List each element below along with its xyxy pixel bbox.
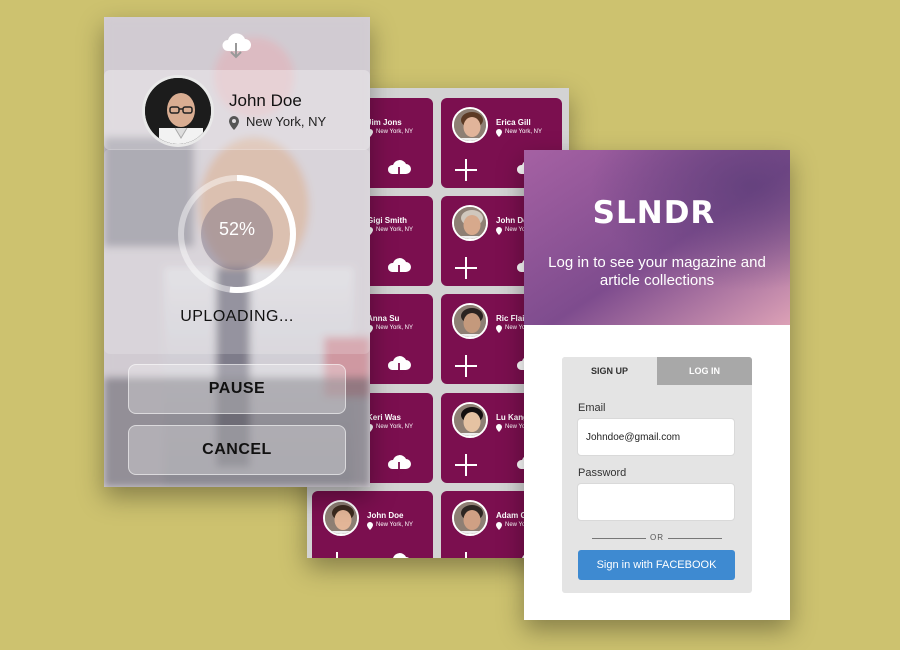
add-icon[interactable] (454, 354, 478, 378)
location-pin-icon (229, 116, 239, 130)
cloud-download-icon[interactable] (386, 551, 412, 558)
cloud-download-icon[interactable] (386, 354, 412, 378)
cloud-download-icon[interactable] (386, 158, 412, 182)
avatar (452, 402, 488, 438)
contact-name: Gigi Smith (367, 216, 407, 225)
add-icon[interactable] (325, 551, 349, 558)
avatar (142, 75, 214, 147)
tagline-line-1: Log in to see your magazine and (548, 254, 766, 271)
avatar (452, 303, 488, 339)
avatar (452, 205, 488, 241)
contact-location: New York, NY (376, 129, 414, 135)
cancel-button[interactable]: CANCEL (128, 425, 346, 475)
or-separator: OR (650, 533, 664, 542)
upload-screen: John Doe New York, NY 52% UPLOADING... P… (104, 17, 370, 487)
contact-location: New York, NY (376, 227, 414, 233)
tab-log-in[interactable]: LOG IN (657, 357, 752, 385)
location-pin-icon (496, 227, 502, 235)
contact-location: New York, NY (376, 522, 414, 528)
progress-percent: 52% (218, 219, 256, 239)
app-logo: SLNDR (592, 195, 716, 231)
avatar (452, 500, 488, 536)
login-tagline: Log in to see your magazine and article … (524, 254, 790, 290)
facebook-signin-button[interactable]: Sign in with FACEBOOK (578, 550, 735, 580)
add-icon[interactable] (454, 158, 478, 182)
contact-name: Jim Jons (367, 118, 402, 127)
contact-location: New York, NY (505, 129, 543, 135)
location-pin-icon (496, 129, 502, 137)
add-icon[interactable] (454, 453, 478, 477)
add-icon[interactable] (454, 256, 478, 280)
pause-button[interactable]: PAUSE (128, 364, 346, 414)
email-label: Email (578, 402, 606, 414)
upload-status: UPLOADING... (180, 308, 294, 325)
password-label: Password (578, 467, 627, 479)
location-pin-icon (367, 522, 373, 530)
email-field[interactable]: Johndoe@gmail.com (577, 418, 735, 456)
profile-name: John Doe (229, 91, 302, 110)
login-screen: SLNDR Log in to see your magazine and ar… (524, 150, 790, 620)
avatar (323, 500, 359, 536)
contact-card[interactable]: John Doe New York, NY (312, 491, 433, 558)
login-header-background (524, 150, 790, 325)
divider (592, 538, 646, 539)
contact-name: Keri Was (367, 413, 401, 422)
cloud-download-icon[interactable] (219, 30, 253, 60)
cloud-download-icon[interactable] (386, 453, 412, 477)
login-form: SIGN UP LOG IN Email Johndoe@gmail.com P… (562, 357, 752, 593)
contact-name: John Doe (367, 511, 404, 520)
avatar (452, 107, 488, 143)
location-pin-icon (496, 325, 502, 333)
tagline-line-2: article collections (599, 272, 715, 289)
contact-location: New York, NY (376, 325, 414, 331)
password-field[interactable] (577, 483, 735, 521)
profile-location: New York, NY (246, 114, 327, 129)
contact-location: New York, NY (376, 424, 414, 430)
location-pin-icon (496, 522, 502, 530)
tab-sign-up[interactable]: SIGN UP (562, 357, 657, 385)
divider (668, 538, 722, 539)
contact-name: Anna Su (367, 314, 400, 323)
location-pin-icon (496, 424, 502, 432)
add-icon[interactable] (454, 551, 478, 558)
cloud-download-icon[interactable] (386, 256, 412, 280)
contact-name: Erica Gill (496, 118, 531, 127)
